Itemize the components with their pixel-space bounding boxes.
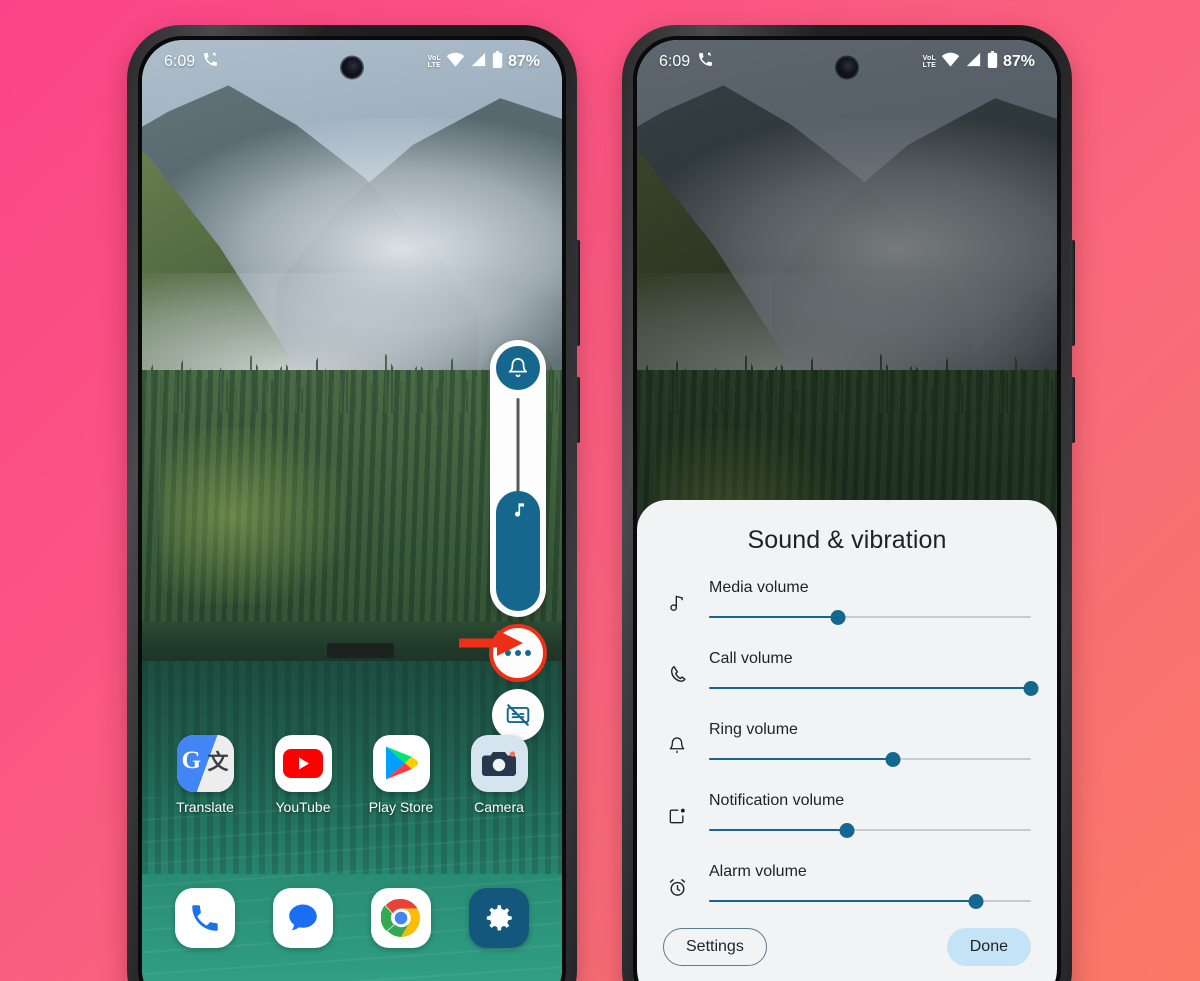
app-translate[interactable]: G 文 Translate [162, 735, 248, 815]
slider-row-alarm: Alarm volume [663, 863, 1031, 909]
power-button[interactable] [576, 377, 580, 443]
slider-thumb [1023, 681, 1039, 696]
slider-label: Alarm volume [709, 863, 807, 880]
slider-label: Call volume [709, 650, 793, 667]
slider-fill [709, 829, 848, 831]
ring-volume-slider[interactable] [709, 751, 1031, 767]
battery-icon [492, 51, 503, 73]
captions-off-icon[interactable] [492, 689, 544, 741]
phone-left-bezel: 6:09 VoL LTE 87% G 文 Translate YouTube P… [138, 36, 566, 981]
slider-fill [709, 687, 1031, 689]
notification-square-icon [663, 792, 691, 826]
alarm-volume-slider[interactable] [709, 893, 1031, 909]
slider-fill [709, 616, 838, 618]
slider-fill [496, 491, 540, 611]
dialog-actions: Settings Done [663, 928, 1031, 966]
media-volume-slider-vertical[interactable] [496, 396, 540, 611]
app-label: YouTube [275, 799, 331, 815]
messages-icon [273, 888, 333, 948]
app-label: Play Store [368, 799, 434, 815]
call-volume-slider[interactable] [709, 680, 1039, 696]
volume-panel [489, 340, 547, 741]
slider-fill [709, 758, 893, 760]
dock-settings[interactable] [456, 888, 542, 948]
phone-icon [175, 888, 235, 948]
done-button[interactable]: Done [946, 928, 1031, 966]
slider-row-media: Media volume [663, 579, 1031, 625]
notification-bell-icon[interactable] [496, 346, 540, 390]
google-translate-icon: G 文 [176, 735, 234, 792]
cellular-signal-icon [470, 52, 487, 72]
slider-thumb [885, 752, 901, 767]
slider-label: Notification volume [709, 792, 845, 809]
app-play-store[interactable]: Play Store [358, 735, 444, 815]
dock-messages[interactable] [260, 888, 346, 948]
app-label: Translate [176, 799, 234, 815]
front-camera-icon [836, 57, 858, 78]
chrome-icon [371, 888, 431, 948]
notification-volume-slider[interactable] [709, 822, 1031, 838]
phone-right: 6:09 VoL LTE 87% Sound & vibration Media… [622, 25, 1075, 981]
volume-slider-column [490, 340, 546, 617]
slider-thumb [968, 894, 984, 909]
alarm-clock-icon [663, 863, 691, 898]
slider-fill [709, 900, 977, 902]
wifi-icon [446, 52, 465, 72]
settings-button[interactable]: Settings [663, 928, 767, 966]
dock-chrome[interactable] [358, 888, 444, 948]
volte-indicator: VoL LTE [427, 55, 441, 69]
slider-label: Ring volume [709, 721, 798, 738]
slider-row-notification: Notification volume [663, 792, 1031, 838]
power-button-right[interactable] [1071, 377, 1075, 443]
app-youtube[interactable]: YouTube [260, 735, 346, 815]
volte-indicator: VoL LTE [922, 55, 936, 69]
phone-left: 6:09 VoL LTE 87% G 文 Translate YouTube P… [127, 25, 580, 981]
app-camera[interactable]: Camera [456, 735, 542, 815]
status-time: 6:09 [164, 53, 196, 70]
battery-percent: 87% [507, 53, 540, 70]
cellular-signal-icon [965, 52, 982, 72]
red-arrow-pointer [459, 628, 525, 663]
volte-call-icon [697, 51, 714, 73]
status-time: 6:09 [659, 53, 691, 70]
app-grid: G 文 Translate YouTube Play Store Camera [142, 735, 562, 815]
sound-vibration-dialog: Sound & vibration Media volume Call volu… [637, 500, 1057, 981]
slider-row-ring: Ring volume [663, 721, 1031, 767]
dock [142, 888, 562, 948]
slider-row-call: Call volume [663, 650, 1039, 696]
battery-icon [987, 51, 998, 73]
slider-thumb [830, 610, 846, 625]
phone-right-screen: 6:09 VoL LTE 87% Sound & vibration Media… [637, 40, 1057, 981]
dialog-title: Sound & vibration [747, 526, 947, 554]
wifi-icon [941, 52, 960, 72]
app-label: Camera [474, 799, 524, 815]
slider-thumb [839, 823, 855, 838]
play-store-icon [372, 735, 430, 792]
phone-right-bezel: 6:09 VoL LTE 87% Sound & vibration Media… [633, 36, 1061, 981]
volume-rocker-button[interactable] [576, 240, 580, 346]
youtube-icon [274, 735, 332, 792]
music-note-icon [663, 579, 691, 613]
battery-percent: 87% [1002, 53, 1035, 70]
phone-call-icon [663, 650, 691, 685]
settings-gear-icon [469, 888, 529, 948]
volte-call-icon [202, 51, 219, 73]
phone-left-screen: 6:09 VoL LTE 87% G 文 Translate YouTube P… [142, 40, 562, 981]
media-volume-slider[interactable] [709, 609, 1031, 625]
camera-icon [470, 735, 528, 792]
bell-icon [663, 721, 691, 755]
music-note-icon [514, 503, 524, 517]
slider-label: Media volume [709, 579, 809, 596]
front-camera-icon [341, 57, 363, 78]
volume-rocker-button-right[interactable] [1071, 240, 1075, 346]
dock-phone[interactable] [162, 888, 248, 948]
